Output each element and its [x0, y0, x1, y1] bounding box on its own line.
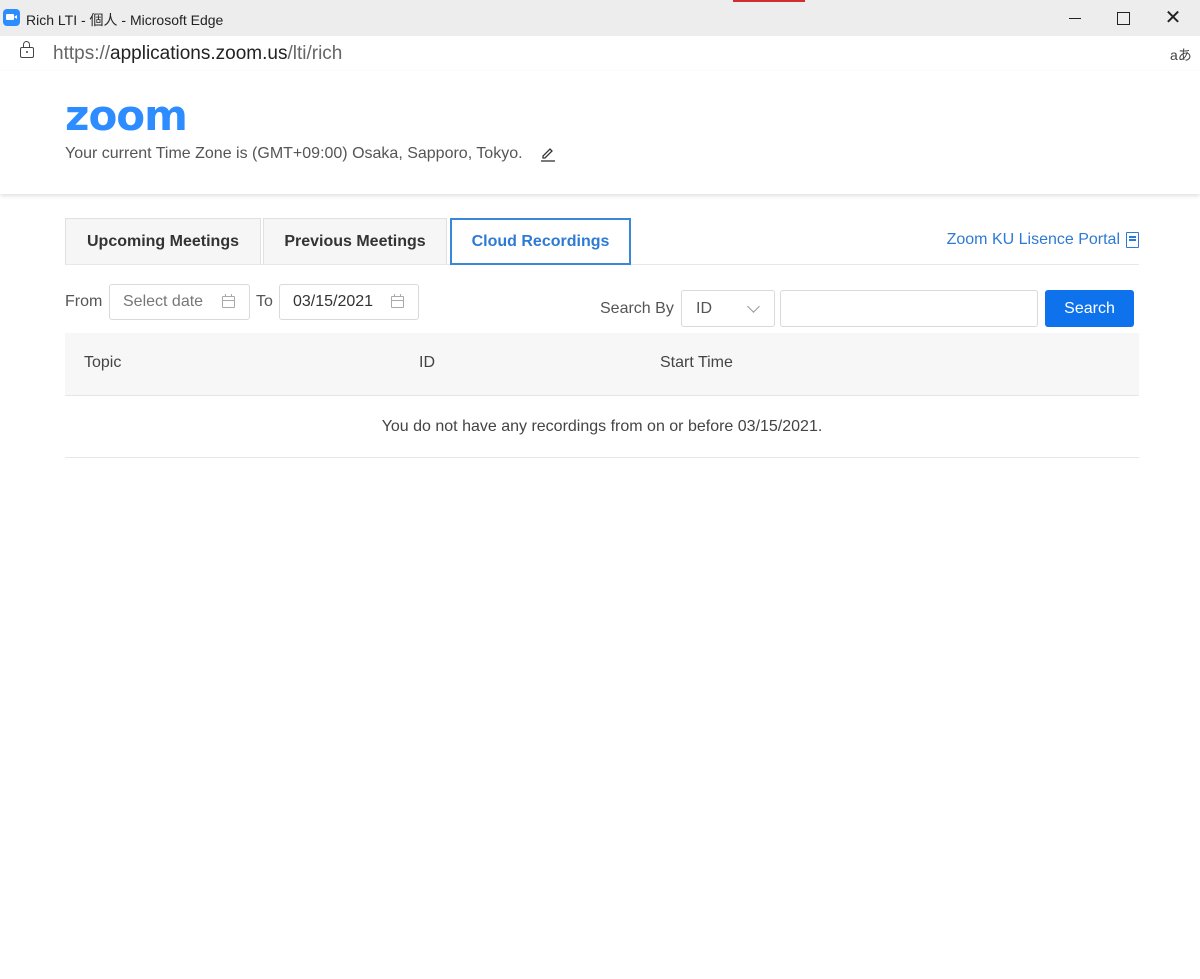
column-header-topic[interactable]: Topic — [84, 354, 121, 372]
calendar-icon — [391, 294, 404, 308]
search-by-label: Search By — [600, 300, 674, 317]
timezone-text: Your current Time Zone is (GMT+09:00) Os… — [65, 145, 523, 162]
from-date-picker[interactable]: Select date — [109, 284, 250, 320]
from-date-placeholder: Select date — [123, 293, 204, 310]
search-by-value: ID — [696, 299, 712, 317]
column-header-start-time[interactable]: Start Time — [660, 354, 733, 372]
empty-recordings-message: You do not have any recordings from on o… — [65, 396, 1139, 458]
tab-cloud-recordings[interactable]: Cloud Recordings — [450, 218, 631, 265]
tab-previous-meetings[interactable]: Previous Meetings — [263, 218, 447, 264]
lock-icon[interactable] — [20, 41, 34, 58]
licence-portal-label: Zoom KU Lisence Portal — [946, 231, 1120, 248]
url-text[interactable]: https://applications.zoom.us/lti/rich — [53, 43, 342, 65]
read-aloud-icon[interactable]: aあ — [1170, 45, 1192, 65]
minimize-icon — [1069, 17, 1081, 19]
document-icon — [1126, 232, 1139, 248]
maximize-icon — [1116, 11, 1130, 25]
search-button[interactable]: Search — [1045, 290, 1134, 327]
calendar-icon — [222, 294, 235, 308]
window-title-bar: Rich LTI - 個人 - Microsoft Edge ✕ — [0, 0, 1200, 36]
meeting-tabs: Upcoming Meetings Previous Meetings Clou… — [65, 218, 1139, 265]
window-title: Rich LTI - 個人 - Microsoft Edge — [26, 12, 224, 28]
window-accent-strip — [733, 0, 805, 2]
minimize-button[interactable] — [1050, 0, 1100, 36]
search-by-select[interactable]: ID — [681, 290, 775, 327]
page-header: zoom Your current Time Zone is (GMT+09:0… — [0, 71, 1200, 194]
maximize-button[interactable] — [1098, 0, 1148, 36]
column-header-id[interactable]: ID — [419, 354, 435, 372]
zoom-app-icon — [3, 9, 20, 26]
zoom-logo: zoom — [65, 91, 188, 140]
url-path: /lti/rich — [287, 43, 343, 64]
to-label: To — [256, 293, 273, 310]
licence-portal-link[interactable]: Zoom KU Lisence Portal — [947, 231, 1139, 249]
address-bar[interactable]: https://applications.zoom.us/lti/rich aあ — [0, 36, 1200, 72]
close-button[interactable]: ✕ — [1148, 0, 1198, 36]
url-scheme: https:// — [53, 43, 111, 64]
to-date-value: 03/15/2021 — [293, 293, 374, 310]
from-label: From — [65, 293, 103, 310]
search-input[interactable] — [780, 290, 1038, 327]
to-date-picker[interactable]: 03/15/2021 — [279, 284, 419, 320]
chevron-down-icon — [747, 300, 760, 313]
recordings-table-header: Topic ID Start Time — [65, 333, 1139, 396]
pencil-edit-icon[interactable] — [540, 146, 556, 162]
close-icon: ✕ — [1164, 7, 1182, 29]
tab-upcoming-meetings[interactable]: Upcoming Meetings — [65, 218, 261, 264]
url-host: applications.zoom.us — [110, 43, 288, 64]
